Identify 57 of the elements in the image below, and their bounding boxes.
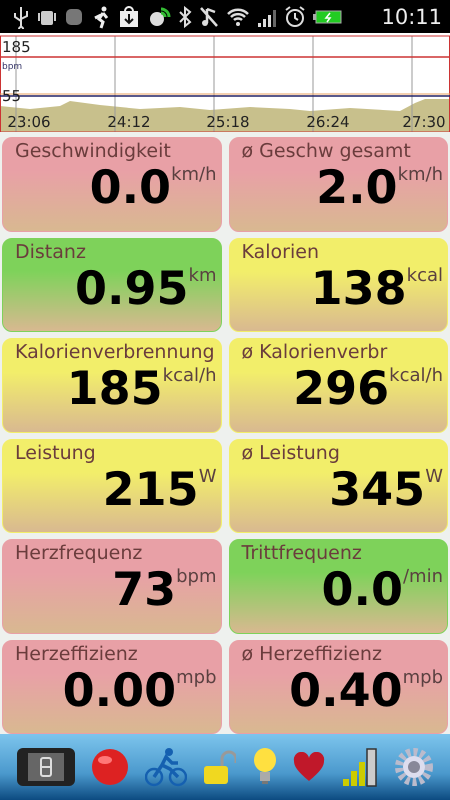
metric-value: 0.40 [289,664,403,716]
y-axis-label: 185 [2,38,31,56]
metric-value: 345 [329,464,426,514]
metric-unit: /min [402,566,443,587]
lightbulb-icon[interactable] [252,747,278,787]
metric-label: ø Geschw gesamt [242,140,412,162]
metric-unit: bpm [176,566,216,587]
metric-label: Herzeffizienz [15,642,139,664]
metric-label: Distanz [15,240,87,262]
metric-value: 138 [310,262,407,314]
metric-unit: kcal/h [389,365,443,386]
signal-bars-icon[interactable] [340,747,379,787]
x-axis-label: 27:30 [402,113,446,131]
cyclist-icon[interactable] [144,747,187,787]
satellite-icon [147,4,171,28]
metric-unit: W [198,466,216,486]
metric-value: 296 [293,363,390,414]
metric-value: 0.00 [62,664,176,716]
heart-icon[interactable] [293,752,326,782]
metric-value: 0.0 [90,162,172,213]
metric-unit: km/h [398,164,443,185]
display-icon[interactable] [16,747,76,787]
x-axis-label: 24:12 [107,113,151,131]
metric-label: Leistung [15,442,97,464]
metric-unit: kcal [406,264,443,286]
muted-note-icon [199,4,219,28]
metric-label: Kalorienverbrennung [15,341,216,363]
x-axis-label: 25:18 [206,113,250,131]
metric-label: Trittfrequenz [242,542,363,564]
record-icon[interactable] [91,748,130,786]
metric-value: 2.0 [316,162,398,213]
download-icon [118,4,140,28]
usb-icon [12,4,30,28]
metric-unit: W [425,466,443,486]
metric-value: 0.0 [321,564,403,615]
metric-label: ø Leistung [242,442,341,464]
metric-unit: mpb [402,666,443,688]
metric-label: Geschwindigkeit [15,140,172,162]
settings-icon[interactable] [394,747,434,787]
metric-label: ø Herzeffizienz [242,642,383,664]
metric-unit: kcal/h [162,365,216,386]
metric-label: Kalorien [242,240,320,262]
metric-label: Herzfrequenz [15,542,144,564]
metric-value: 73 [112,564,176,615]
metric-unit: km [188,264,216,286]
metric-label: ø Kalorienverbr [242,341,388,363]
metric-unit: mpb [176,666,216,688]
x-axis-label: 26:24 [306,113,350,131]
metric-value: 185 [66,363,163,414]
metric-value: 0.95 [75,262,189,314]
unit-label: bpm [2,62,22,72]
clock-time: 10:11 [381,4,442,28]
metric-value: 215 [102,464,199,514]
x-axis-label: 23:06 [7,113,51,131]
alarm-icon [284,4,306,28]
metric-unit: km/h [171,164,216,185]
bluetooth-icon [178,4,192,28]
